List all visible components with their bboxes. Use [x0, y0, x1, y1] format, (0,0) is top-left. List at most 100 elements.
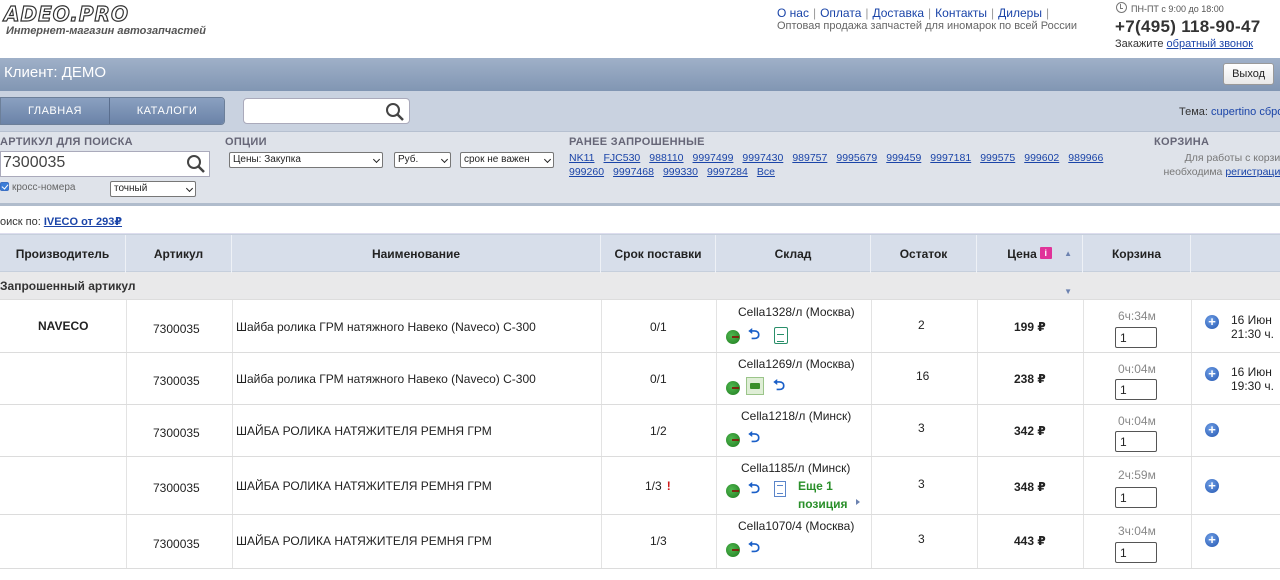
nav-main-button[interactable]: ГЛАВНАЯ: [1, 98, 109, 124]
document-icon: [774, 327, 788, 344]
previous-search-link[interactable]: 989757: [792, 152, 827, 164]
availability-icon: [726, 381, 740, 395]
article-cell: 7300035: [153, 426, 200, 440]
stock-cell: 2: [918, 318, 925, 332]
article-cell: 7300035: [153, 481, 200, 495]
timer: 0ч:04м: [1118, 362, 1156, 376]
expand-arrow-icon[interactable]: [856, 499, 860, 505]
previous-search-link[interactable]: 999602: [1024, 152, 1059, 164]
currency-select[interactable]: Руб.: [394, 152, 451, 168]
nav-search-input[interactable]: [243, 98, 410, 124]
quantity-input[interactable]: 1: [1115, 487, 1157, 508]
column-name[interactable]: Наименование: [232, 235, 601, 273]
nav-catalogs-button[interactable]: КАТАЛОГИ: [109, 98, 224, 124]
previous-search-link[interactable]: 999575: [980, 152, 1015, 164]
article-search-input[interactable]: 7300035: [0, 151, 210, 177]
previous-search-link[interactable]: 9997430: [742, 152, 783, 164]
column-warehouse[interactable]: Склад: [716, 235, 871, 273]
delivery-cell: 0/1: [650, 372, 667, 386]
previous-search-link[interactable]: 988110: [649, 152, 683, 164]
column-stock[interactable]: Остаток: [871, 235, 977, 273]
cart-note-prefix: необходима: [1163, 166, 1223, 178]
return-icon: ⮌: [748, 326, 761, 343]
quantity-input[interactable]: 1: [1115, 542, 1157, 563]
delivery-time: 21:30 ч.: [1231, 327, 1274, 341]
delivery-value: 1/3: [645, 479, 662, 493]
availability-icon: [726, 433, 740, 447]
name-cell: ШАЙБА РОЛИКА НАТЯЖИТЕЛЯ РЕМНЯ ГРМ: [236, 479, 492, 493]
theme-selector: Тема: cupertino сбро: [1179, 106, 1280, 118]
column-price[interactable]: Цена i ▲ ▼: [977, 235, 1083, 296]
search-icon[interactable]: [385, 102, 405, 127]
add-to-cart-icon[interactable]: +: [1205, 479, 1219, 493]
manufacturer-cell: NAVECO: [38, 319, 89, 333]
previous-search-link[interactable]: 999330: [663, 166, 698, 178]
search-by-label: оиск по:: [0, 216, 41, 228]
add-to-cart-icon[interactable]: +: [1205, 423, 1219, 437]
previous-search-link[interactable]: 999459: [886, 152, 921, 164]
add-to-cart-icon[interactable]: +: [1205, 367, 1219, 381]
logout-button[interactable]: Выход: [1223, 63, 1274, 85]
table-row: 7300035 ШАЙБА РОЛИКА НАТЯЖИТЕЛЯ РЕМНЯ ГР…: [0, 405, 1280, 457]
stock-cell: 3: [918, 421, 925, 435]
add-to-cart-icon[interactable]: +: [1205, 533, 1219, 547]
group-row: Запрошенный артикул: [0, 272, 1280, 300]
info-icon[interactable]: i: [1039, 247, 1052, 259]
price-cell: 199 ₽: [1014, 320, 1046, 334]
previous-search-link[interactable]: 9997468: [613, 166, 654, 178]
previous-search-link[interactable]: 999260: [569, 166, 604, 178]
previous-search-link[interactable]: 989966: [1068, 152, 1103, 164]
column-delivery[interactable]: Срок поставки: [601, 235, 716, 273]
price-cell: 443 ₽: [1014, 534, 1046, 548]
logo[interactable]: ADEO.PRO: [3, 1, 129, 26]
name-cell: ШАЙБА РОЛИКА НАТЯЖИТЕЛЯ РЕМНЯ ГРМ: [236, 534, 492, 548]
results-table-header: Производитель Артикул Наименование Срок …: [0, 234, 1280, 296]
cart-note-line2: необходима регистрация: [1161, 165, 1280, 179]
delivery-term-select[interactable]: срок не важен: [460, 152, 554, 168]
previous-search-all-link[interactable]: Все: [757, 166, 775, 178]
more-positions-link[interactable]: Еще 1 позиция: [798, 477, 848, 513]
theme-label: Тема:: [1179, 106, 1208, 118]
quantity-input[interactable]: 1: [1115, 431, 1157, 452]
previous-search-link[interactable]: NK11: [569, 152, 595, 164]
theme-link[interactable]: cupertino сбро: [1211, 106, 1280, 118]
return-icon: ⮌: [748, 539, 761, 556]
previous-search-link[interactable]: FJC530: [604, 152, 641, 164]
table-row: 7300035 ШАЙБА РОЛИКА НАТЯЖИТЕЛЯ РЕМНЯ ГР…: [0, 515, 1280, 569]
cross-numbers-checkbox[interactable]: [0, 182, 9, 191]
previous-search-link[interactable]: 9997499: [693, 152, 734, 164]
link-dealers[interactable]: Дилеры: [998, 6, 1042, 20]
column-manufacturer[interactable]: Производитель: [0, 235, 126, 273]
link-contacts[interactable]: Контакты: [935, 6, 987, 20]
column-article[interactable]: Артикул: [126, 235, 232, 273]
return-icon: ⮌: [748, 429, 761, 446]
price-type-select[interactable]: Цены: Закупка: [229, 152, 383, 168]
stock-cell: 3: [918, 532, 925, 546]
add-to-cart-icon[interactable]: +: [1205, 315, 1219, 329]
link-delivery[interactable]: Доставка: [873, 6, 925, 20]
table-row: 7300035 Шайба ролика ГРМ натяжного Навек…: [0, 353, 1280, 405]
link-payment[interactable]: Оплата: [820, 6, 861, 20]
previous-search-link[interactable]: 9997284: [707, 166, 748, 178]
truck-icon: [746, 377, 764, 395]
previous-search-link[interactable]: 9997181: [930, 152, 971, 164]
table-row: NAVECO 7300035 Шайба ролика ГРМ натяжног…: [0, 300, 1280, 353]
registration-link[interactable]: регистрация: [1225, 166, 1280, 178]
quantity-input[interactable]: 1: [1115, 327, 1157, 348]
cross-numbers-label: кросс-номера: [12, 182, 76, 193]
warehouse-cell: Cella1328/л (Москва): [738, 305, 855, 319]
site-header: ADEO.PRO Интернет-магазин автозапчастей …: [0, 0, 1280, 58]
clock-icon: [1116, 2, 1127, 13]
link-about[interactable]: О нас: [777, 6, 809, 20]
callback-prefix: Закажите: [1115, 38, 1164, 50]
client-title: Клиент: ДЕМО: [4, 64, 107, 81]
callback-link[interactable]: обратный звонок: [1167, 38, 1254, 50]
match-mode-select[interactable]: точный: [110, 181, 196, 197]
search-by-brand-link[interactable]: IVECO от 293₽: [44, 216, 122, 228]
price-cell: 238 ₽: [1014, 372, 1046, 386]
search-icon[interactable]: [186, 154, 206, 179]
quantity-input[interactable]: 1: [1115, 379, 1157, 400]
timer: 6ч:34м: [1118, 309, 1156, 323]
previous-search-link[interactable]: 9995679: [836, 152, 877, 164]
price-cell: 348 ₽: [1014, 480, 1046, 494]
